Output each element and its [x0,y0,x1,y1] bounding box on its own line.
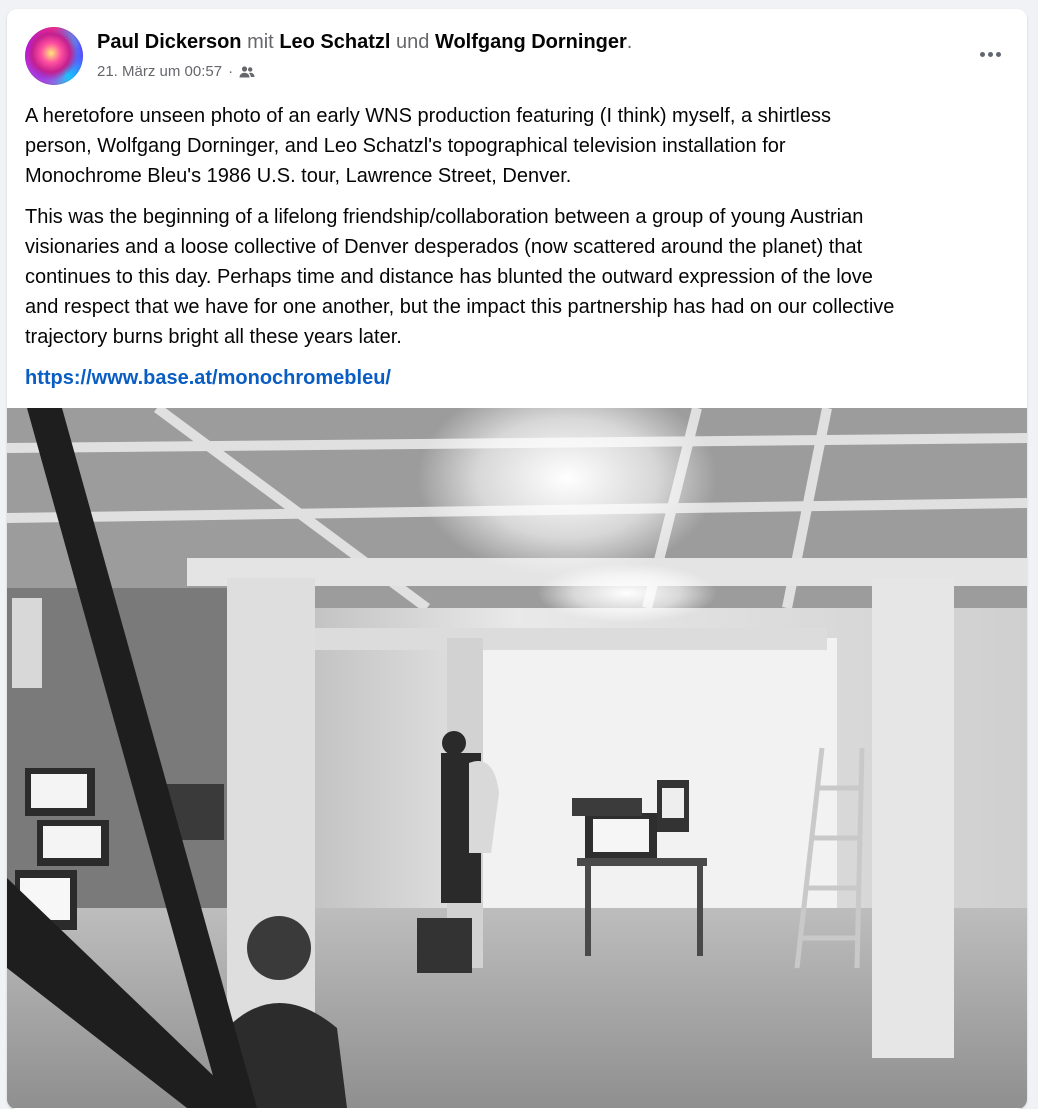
post-link[interactable]: https://www.base.at/monochromebleu/ [25,365,391,391]
separator: · [228,63,234,80]
and-word: und [396,31,430,53]
timestamp[interactable]: 21. März um 00:57 [97,63,222,81]
friends-icon[interactable] [239,65,255,79]
avatar[interactable] [25,27,83,85]
author-name[interactable]: Paul Dickerson [97,31,242,53]
post-photo[interactable] [7,408,1027,1108]
tagged-person-1[interactable]: Leo Schatzl [279,31,390,53]
post-paragraph-2: This was the beginning of a lifelong fri… [25,206,895,348]
tagged-person-2[interactable]: Wolfgang Dorninger [435,31,627,53]
post-header: Paul Dickerson mit Leo Schatzl und Wolfg… [7,9,1027,89]
more-options-icon[interactable] [975,39,1005,69]
post-author-line: Paul Dickerson mit Leo Schatzl und Wolfg… [97,29,632,55]
post-meta: 21. März um 00:57 · [97,63,255,81]
post-text: A heretofore unseen photo of an early WN… [25,101,1015,363]
with-word: mit [247,31,274,53]
post-card: Paul Dickerson mit Leo Schatzl und Wolfg… [7,9,1027,1109]
post-paragraph-1: A heretofore unseen photo of an early WN… [25,105,831,187]
period: . [626,31,633,53]
